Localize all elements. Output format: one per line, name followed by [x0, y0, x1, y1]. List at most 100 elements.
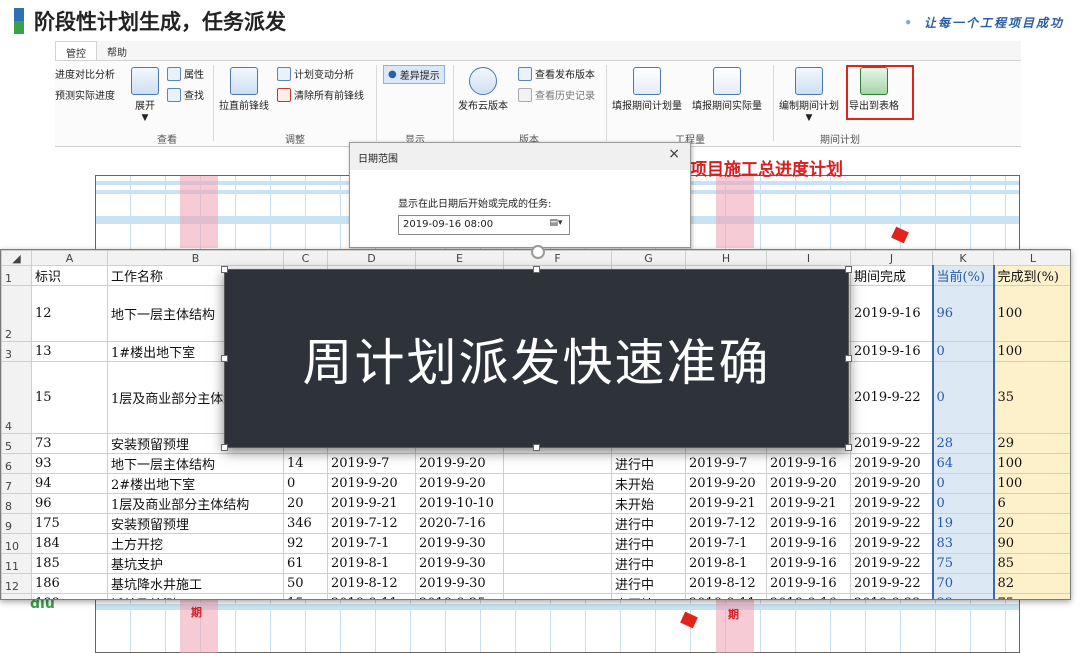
table-cell[interactable]: 0 — [931, 473, 995, 494]
resize-handle[interactable] — [845, 266, 852, 273]
table-cell[interactable]: 50 — [283, 573, 328, 594]
table-cell[interactable]: 未开始 — [611, 473, 686, 494]
column-header[interactable]: I — [766, 250, 851, 266]
row-number[interactable]: 7 — [1, 473, 32, 494]
table-cell[interactable]: 2019-9-16 — [766, 533, 851, 554]
select-all-corner[interactable]: ◢ — [1, 250, 32, 266]
publish-cloud-button[interactable]: 发布云版本 — [458, 67, 508, 112]
table-cell[interactable]: 13 — [31, 341, 108, 362]
table-cell[interactable]: 期间完成 — [850, 265, 933, 286]
expand-button[interactable]: 展开 ▼ — [131, 67, 159, 123]
attributes-button[interactable]: 属性 — [167, 66, 204, 81]
table-cell[interactable]: 2019-9-22 — [850, 433, 933, 454]
row-number[interactable]: 2 — [1, 285, 32, 342]
change-analysis-button[interactable]: 计划变动分析 — [277, 66, 354, 81]
resize-handle[interactable] — [845, 444, 852, 451]
table-cell[interactable] — [503, 533, 612, 554]
table-cell[interactable]: 2019-9-20 — [327, 473, 416, 494]
table-cell[interactable]: 2019-9-16 — [850, 341, 933, 362]
tab-help[interactable]: 帮助 — [97, 41, 137, 60]
table-cell[interactable]: 2019-9-20 — [415, 453, 504, 474]
table-cell[interactable]: 试桩及检测 — [107, 593, 284, 599]
row-number[interactable]: 9 — [1, 513, 32, 534]
column-header[interactable]: F — [503, 250, 612, 266]
table-cell[interactable]: 2019-7-12 — [327, 513, 416, 534]
row-number[interactable]: 1 — [1, 265, 32, 286]
table-cell[interactable]: 20 — [283, 493, 328, 514]
table-cell[interactable]: 2019-9-16 — [766, 553, 851, 574]
table-cell[interactable]: 进行中 — [611, 533, 686, 554]
table-cell[interactable]: 75 — [931, 553, 995, 574]
table-cell[interactable]: 2020-7-16 — [415, 513, 504, 534]
table-cell[interactable]: 2019-9-30 — [415, 553, 504, 574]
row-number[interactable]: 4 — [1, 361, 32, 434]
table-cell[interactable]: 184 — [31, 533, 108, 554]
table-cell[interactable] — [503, 453, 612, 474]
table-cell[interactable]: 85 — [993, 553, 1070, 574]
table-cell[interactable]: 2019-9-7 — [685, 453, 767, 474]
table-cell[interactable] — [503, 553, 612, 574]
table-cell[interactable]: 进行中 — [611, 513, 686, 534]
table-cell[interactable]: 15 — [31, 361, 108, 434]
column-header[interactable]: C — [283, 250, 328, 266]
column-header[interactable]: J — [850, 250, 933, 266]
table-cell[interactable] — [503, 593, 612, 599]
table-cell[interactable]: 2019-9-30 — [415, 573, 504, 594]
table-cell[interactable]: 2019-9-20 — [850, 473, 933, 494]
table-cell[interactable] — [503, 513, 612, 534]
tab-control[interactable]: 管控 — [55, 41, 97, 60]
resize-handle[interactable] — [221, 355, 228, 362]
fill-planned-button[interactable]: 填报期间计划量 — [612, 67, 682, 112]
table-cell[interactable]: 2019-9-16 — [766, 593, 851, 599]
table-cell[interactable]: 2019-9-16 — [850, 285, 933, 342]
table-cell[interactable]: 2019-7-12 — [685, 513, 767, 534]
resize-handle[interactable] — [221, 444, 228, 451]
table-cell[interactable]: 2019-7-1 — [327, 533, 416, 554]
table-cell[interactable]: 2019-10-10 — [415, 493, 504, 514]
table-cell[interactable]: 2019-9-16 — [766, 573, 851, 594]
column-header[interactable]: H — [685, 250, 767, 266]
table-cell[interactable]: 2#楼出地下室 — [107, 473, 284, 494]
table-cell[interactable]: 2019-9-21 — [766, 493, 851, 514]
table-cell[interactable]: 100 — [993, 285, 1070, 342]
table-cell[interactable]: 6 — [993, 493, 1070, 514]
row-number[interactable]: 13 — [1, 593, 32, 599]
table-cell[interactable]: 73 — [31, 433, 108, 454]
table-cell[interactable]: 0 — [283, 473, 328, 494]
table-cell[interactable]: 2019-9-22 — [850, 593, 933, 599]
column-header[interactable]: G — [611, 250, 686, 266]
table-cell[interactable]: 2019-9-7 — [327, 453, 416, 474]
table-cell[interactable]: 标识 — [31, 265, 108, 286]
table-cell[interactable]: 100 — [993, 473, 1070, 494]
column-header[interactable]: L — [993, 250, 1070, 266]
table-cell[interactable]: 0 — [931, 493, 995, 514]
row-number[interactable]: 10 — [1, 533, 32, 554]
table-cell[interactable]: 186 — [31, 573, 108, 594]
find-button[interactable]: 查找 — [167, 87, 204, 102]
table-cell[interactable]: 75 — [993, 593, 1070, 599]
table-cell[interactable]: 2019-9-22 — [850, 553, 933, 574]
table-cell[interactable]: 346 — [283, 513, 328, 534]
date-field[interactable]: 2019-09-16 08:00 ▤▾ — [398, 215, 570, 235]
resize-handle[interactable] — [533, 266, 540, 273]
table-cell[interactable]: 进行中 — [611, 453, 686, 474]
table-cell[interactable]: 2019-8-12 — [327, 573, 416, 594]
clear-frontlines-button[interactable]: 清除所有前锋线 — [277, 87, 364, 102]
edit-period-plan-button[interactable]: 编制期间计划 ▼ — [779, 67, 839, 123]
table-cell[interactable]: 94 — [31, 473, 108, 494]
table-cell[interactable] — [503, 573, 612, 594]
table-cell[interactable]: 未开始 — [611, 593, 686, 599]
table-cell[interactable]: 100 — [993, 453, 1070, 474]
row-number[interactable]: 12 — [1, 573, 32, 594]
view-release-button[interactable]: 查看发布版本 — [518, 66, 595, 81]
column-header[interactable]: E — [415, 250, 504, 266]
table-cell[interactable]: 93 — [31, 453, 108, 474]
pull-frontline-button[interactable]: 拉直前锋线 — [219, 67, 269, 112]
table-cell[interactable]: 61 — [283, 553, 328, 574]
table-cell[interactable]: 2019-9-21 — [327, 493, 416, 514]
table-cell[interactable]: 2019-9-16 — [766, 453, 851, 474]
table-cell[interactable]: 82 — [993, 573, 1070, 594]
table-cell[interactable]: 83 — [931, 533, 995, 554]
table-cell[interactable]: 1层及商业部分主体结构 — [107, 493, 284, 514]
forecast-actual-button[interactable]: 预测实际进度 — [55, 87, 115, 102]
